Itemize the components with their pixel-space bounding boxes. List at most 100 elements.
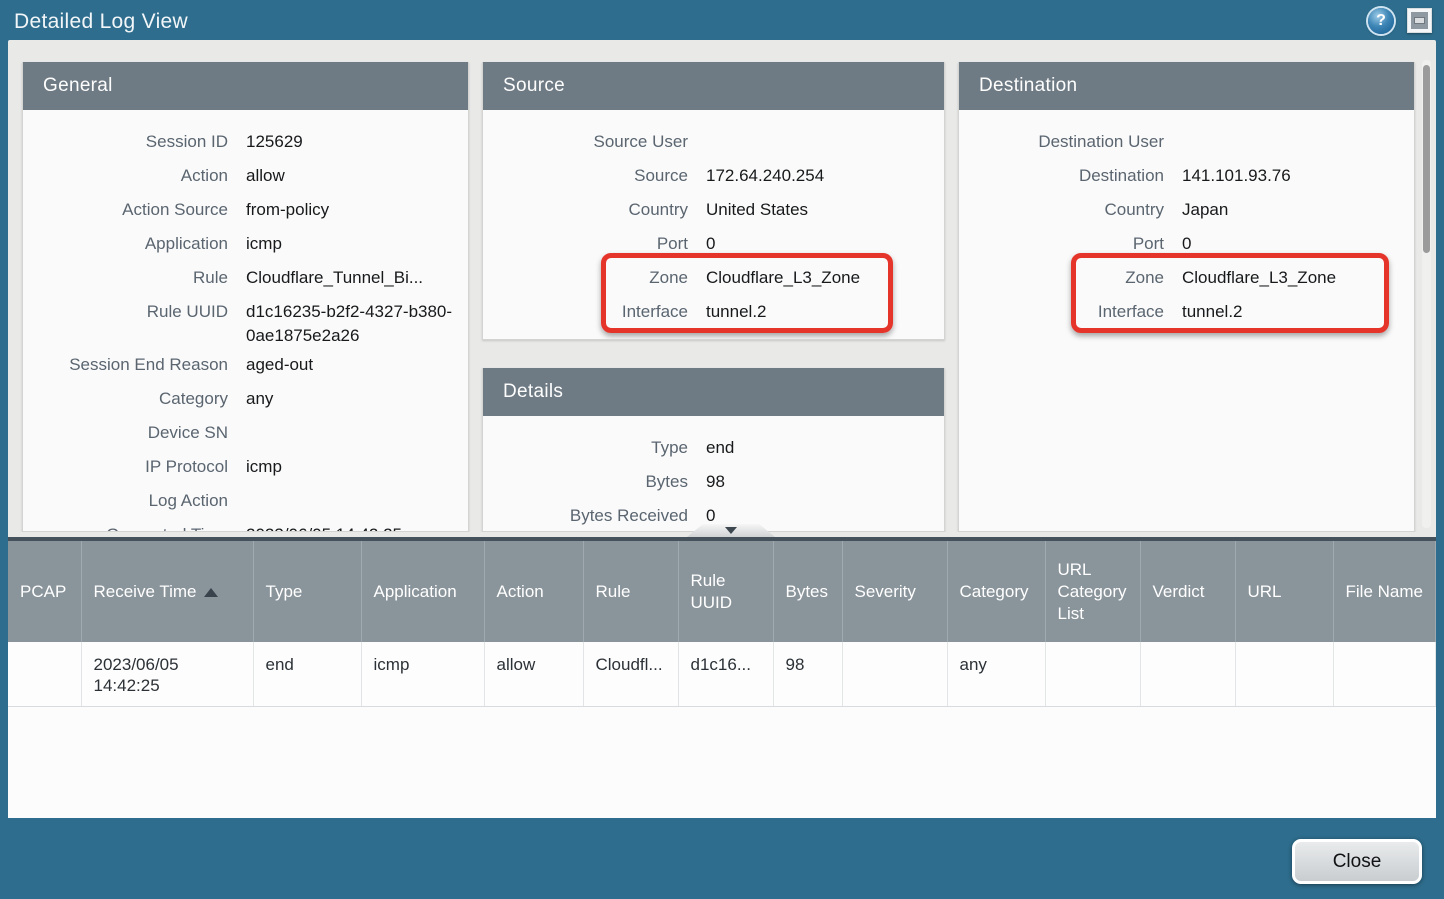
field-value: 125629	[246, 130, 468, 154]
table-row[interactable]: 2023/06/05 14:42:25endicmpallowCloudfl..…	[8, 642, 1436, 707]
column-header[interactable]: Action	[484, 541, 583, 642]
source-panel: Source Source UserSource172.64.240.254Co…	[482, 62, 945, 340]
table-cell	[1333, 642, 1436, 707]
close-button[interactable]: Close	[1292, 839, 1422, 884]
log-table-header-row: PCAP Receive Time Type Application Action Rul…	[8, 541, 1436, 642]
chevron-down-icon	[725, 527, 737, 534]
dialog-title: Detailed Log View	[14, 10, 188, 34]
field-label: Source User	[483, 130, 688, 154]
help-icon[interactable]: ?	[1368, 8, 1394, 34]
field-row: Source User	[483, 125, 944, 159]
column-header[interactable]: Category	[947, 541, 1045, 642]
table-cell: d1c16...	[678, 642, 773, 707]
column-header-label: Receive Time	[94, 582, 197, 601]
field-value: 2023/06/05 14:42:25	[246, 523, 468, 532]
field-row: Country Japan	[959, 193, 1414, 227]
field-row: Session ID 125629	[23, 125, 468, 159]
field-value: d1c16235-b2f2-4327-b380-0ae1875e2a26	[246, 300, 468, 348]
table-cell: Cloudfl...	[583, 642, 678, 707]
destination-panel-header: Destination	[959, 62, 1414, 110]
field-value: Japan	[1182, 198, 1414, 222]
field-value: tunnel.2	[1182, 300, 1414, 324]
field-value: Cloudflare_L3_Zone	[1182, 266, 1414, 290]
field-label: Port	[483, 232, 688, 256]
column-header[interactable]: Rule UUID	[678, 541, 773, 642]
window-icon[interactable]	[1407, 8, 1432, 33]
detailed-log-view-dialog: { "window": { "title": "Detailed Log Vie…	[0, 0, 1444, 899]
field-label: Interface	[483, 300, 688, 324]
general-panel-header: General	[23, 62, 468, 110]
field-label: Country	[959, 198, 1164, 222]
field-row: Port 0	[483, 227, 944, 261]
column-header[interactable]: Type	[253, 541, 361, 642]
window-icon-glyph	[1411, 12, 1428, 29]
column-header[interactable]: Application	[361, 541, 484, 642]
field-row: Bytes 98	[483, 465, 944, 499]
column-header[interactable]: Severity	[842, 541, 947, 642]
field-row: Source172.64.240.254	[483, 159, 944, 193]
scrollbar-thumb[interactable]	[1423, 65, 1430, 253]
field-label: Type	[483, 436, 688, 460]
general-panel: General Session ID125629ActionallowActio…	[22, 62, 469, 532]
field-row: Session End Reason aged-out	[23, 348, 468, 382]
table-cell	[1140, 642, 1235, 707]
field-value: any	[246, 387, 468, 411]
field-row: Log Action	[23, 484, 468, 518]
field-value: 0	[1182, 232, 1414, 256]
field-row: RuleCloudflare_Tunnel_Bi...	[23, 261, 468, 295]
field-row: Interfacetunnel.2	[959, 295, 1414, 329]
column-header[interactable]: Receive Time	[81, 541, 253, 642]
destination-panel: Destination Destination UserDestination1…	[958, 62, 1415, 532]
table-cell	[8, 642, 81, 707]
table-cell	[1235, 642, 1333, 707]
column-header-label: File Name	[1346, 582, 1423, 601]
column-header-label: URL Category List	[1058, 560, 1127, 623]
column-header[interactable]: Bytes	[773, 541, 842, 642]
field-label: Application	[23, 232, 228, 256]
dialog-content: General Session ID125629ActionallowActio…	[8, 40, 1436, 818]
field-row: Applicationicmp	[23, 227, 468, 261]
panel-scrollbar[interactable]	[1422, 60, 1431, 528]
details-panel: Details TypeendBytes98Bytes Received0	[482, 368, 945, 532]
column-header-label: Action	[497, 582, 544, 601]
table-cell: allow	[484, 642, 583, 707]
column-header-label: PCAP	[20, 582, 66, 601]
column-header[interactable]: Rule	[583, 541, 678, 642]
column-header-label: Severity	[855, 582, 916, 601]
field-value: 0	[706, 232, 944, 256]
column-header-label: Application	[374, 582, 457, 601]
column-header[interactable]: URL	[1235, 541, 1333, 642]
field-value: tunnel.2	[706, 300, 944, 324]
field-label: Session End Reason	[23, 353, 228, 377]
field-value: end	[706, 436, 944, 460]
log-table-region: PCAP Receive Time Type Application Action Rul…	[8, 537, 1436, 818]
field-label: Device SN	[23, 421, 228, 445]
column-header-label: Rule	[596, 582, 631, 601]
field-value: United States	[706, 198, 944, 222]
field-row: IP Protocolicmp	[23, 450, 468, 484]
field-value: 98	[706, 470, 944, 494]
column-header-label: Category	[960, 582, 1029, 601]
field-row: Rule UUID d1c16235-b2f2-4327-b380-0ae1875…	[23, 295, 468, 348]
log-table: PCAP Receive Time Type Application Action Rul…	[8, 541, 1436, 707]
field-label: Generated Time	[23, 523, 228, 532]
field-label: Rule UUID	[23, 300, 228, 324]
field-label: Country	[483, 198, 688, 222]
field-row: Destination User	[959, 125, 1414, 159]
column-header-label: Type	[266, 582, 303, 601]
column-header[interactable]: URL Category List	[1045, 541, 1140, 642]
column-header[interactable]: Verdict	[1140, 541, 1235, 642]
field-value: aged-out	[246, 353, 468, 377]
table-cell: any	[947, 642, 1045, 707]
field-value: from-policy	[246, 198, 468, 222]
column-header[interactable]: PCAP	[8, 541, 81, 642]
field-value: icmp	[246, 455, 468, 479]
field-label: Zone	[959, 266, 1164, 290]
table-cell	[842, 642, 947, 707]
field-label: Session ID	[23, 130, 228, 154]
column-header[interactable]: File Name	[1333, 541, 1436, 642]
field-label: Rule	[23, 266, 228, 290]
field-label: Destination User	[959, 130, 1164, 154]
field-label: Category	[23, 387, 228, 411]
field-label: Bytes	[483, 470, 688, 494]
